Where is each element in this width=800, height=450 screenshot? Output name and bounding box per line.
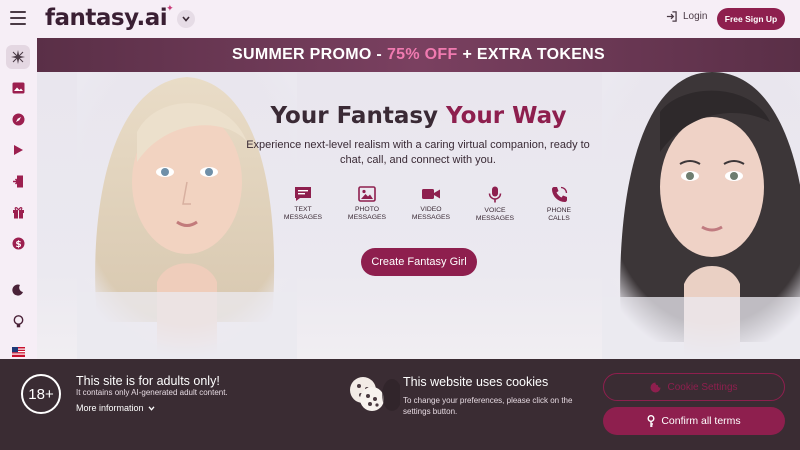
feature-list: TEXT MESSAGES PHOTO MESSAGES VIDEO MESSAGES… bbox=[273, 186, 573, 236]
sidebar-item-gifts[interactable] bbox=[6, 200, 30, 224]
sidebar-item-videos[interactable] bbox=[6, 138, 30, 162]
confirm-all-terms-label: Confirm all terms bbox=[661, 415, 741, 427]
chevron-down-icon[interactable] bbox=[177, 10, 195, 28]
hero-subtitle: Experience next-level realism with a car… bbox=[246, 139, 590, 166]
consent-bar: 18+ This site is for adults only! It con… bbox=[0, 359, 800, 450]
gift-icon bbox=[12, 206, 24, 219]
microphone-icon bbox=[488, 186, 502, 203]
cookie-small-icon bbox=[650, 382, 661, 392]
feature-line2: CALLS bbox=[548, 215, 570, 222]
sidebar-item-door[interactable] bbox=[6, 169, 30, 193]
promo-text: SUMMER PROMO - bbox=[232, 46, 382, 63]
us-flag-icon bbox=[11, 347, 25, 357]
video-icon bbox=[422, 189, 440, 199]
feature-line1: TEXT bbox=[294, 206, 312, 213]
confirm-all-terms-button[interactable]: Confirm all terms bbox=[603, 407, 785, 435]
feature-line2: MESSAGES bbox=[347, 214, 387, 221]
feature-voice-messages: VOICE MESSAGES bbox=[465, 186, 525, 223]
logo[interactable]: fantasy.ai ✦ bbox=[45, 4, 174, 31]
play-icon bbox=[13, 145, 23, 155]
sidebar-item-pricing[interactable]: $ bbox=[6, 231, 30, 255]
sparkle-icon bbox=[11, 50, 25, 64]
hero-section: Your Fantasy Your Way Experience next-le… bbox=[37, 72, 800, 359]
cookie-notice-title: This website uses cookies bbox=[403, 375, 549, 389]
cookie-settings-label: Cookie Settings bbox=[667, 381, 738, 393]
feature-line1: VIDEO bbox=[420, 206, 442, 213]
feature-text-messages: TEXT MESSAGES bbox=[273, 186, 333, 222]
login-label: Login bbox=[683, 11, 708, 22]
sidebar-item-explore[interactable] bbox=[6, 107, 30, 131]
gallery-icon bbox=[12, 82, 24, 94]
svg-text:$: $ bbox=[15, 239, 21, 249]
phone-icon bbox=[551, 186, 567, 202]
login-icon bbox=[666, 11, 677, 22]
hero-title-part: Your Fantasy bbox=[270, 103, 439, 129]
hero-title: Your Fantasy Your Way bbox=[37, 103, 800, 129]
feature-line1: PHONE bbox=[546, 207, 572, 214]
feature-video-messages: VIDEO MESSAGES bbox=[401, 186, 461, 222]
sparkle-icon: ✦ bbox=[166, 4, 174, 14]
bulb-icon bbox=[13, 314, 23, 327]
adult-notice-title: This site is for adults only! bbox=[76, 374, 220, 388]
login-link[interactable]: Login bbox=[666, 11, 707, 22]
sidebar-item-sparkle[interactable] bbox=[6, 45, 30, 69]
top-bar: fantasy.ai ✦ Login Free Sign Up bbox=[0, 0, 800, 38]
cookie-notice-note: To change your preferences, please click… bbox=[403, 396, 573, 416]
more-information-label: More information bbox=[76, 403, 144, 413]
key-icon bbox=[647, 414, 655, 427]
signup-button[interactable]: Free Sign Up bbox=[717, 8, 785, 30]
chat-icon bbox=[295, 187, 311, 201]
feature-photo-messages: PHOTO MESSAGES bbox=[337, 186, 397, 222]
feature-phone-calls: PHONE CALLS bbox=[529, 186, 589, 223]
dollar-icon: $ bbox=[12, 237, 24, 249]
cookie-settings-button[interactable]: Cookie Settings bbox=[603, 373, 785, 401]
menu-icon[interactable] bbox=[10, 11, 26, 25]
adult-notice-note: It contains only AI-generated adult cont… bbox=[76, 388, 228, 397]
feature-line2: MESSAGES bbox=[411, 214, 451, 221]
logo-text: fantasy.ai bbox=[45, 5, 168, 31]
sidebar-item-ideas[interactable] bbox=[6, 309, 30, 333]
feature-line1: PHOTO bbox=[354, 206, 380, 213]
door-icon bbox=[13, 175, 23, 187]
promo-extra: + EXTRA TOKENS bbox=[462, 46, 605, 63]
feature-line2: MESSAGES bbox=[475, 215, 515, 222]
feature-line1: VOICE bbox=[484, 207, 506, 214]
photo-icon bbox=[358, 186, 376, 202]
chevron-down-icon bbox=[148, 405, 155, 411]
sidebar-item-gallery[interactable] bbox=[6, 76, 30, 100]
promo-highlight: 75% OFF bbox=[386, 46, 458, 63]
feature-line2: MESSAGES bbox=[283, 214, 323, 221]
compass-icon bbox=[12, 113, 24, 125]
moon-icon bbox=[12, 284, 23, 296]
hero-title-accent: Your Way bbox=[446, 103, 567, 129]
create-fantasy-girl-button[interactable]: Create Fantasy Girl bbox=[361, 248, 477, 276]
sidebar-item-theme[interactable] bbox=[6, 278, 30, 302]
promo-banner[interactable]: SUMMER PROMO - 75% OFF + EXTRA TOKENS bbox=[37, 38, 800, 72]
cookie-icon bbox=[350, 377, 400, 411]
age-badge: 18+ bbox=[21, 374, 61, 414]
more-information-link[interactable]: More information bbox=[76, 403, 155, 413]
